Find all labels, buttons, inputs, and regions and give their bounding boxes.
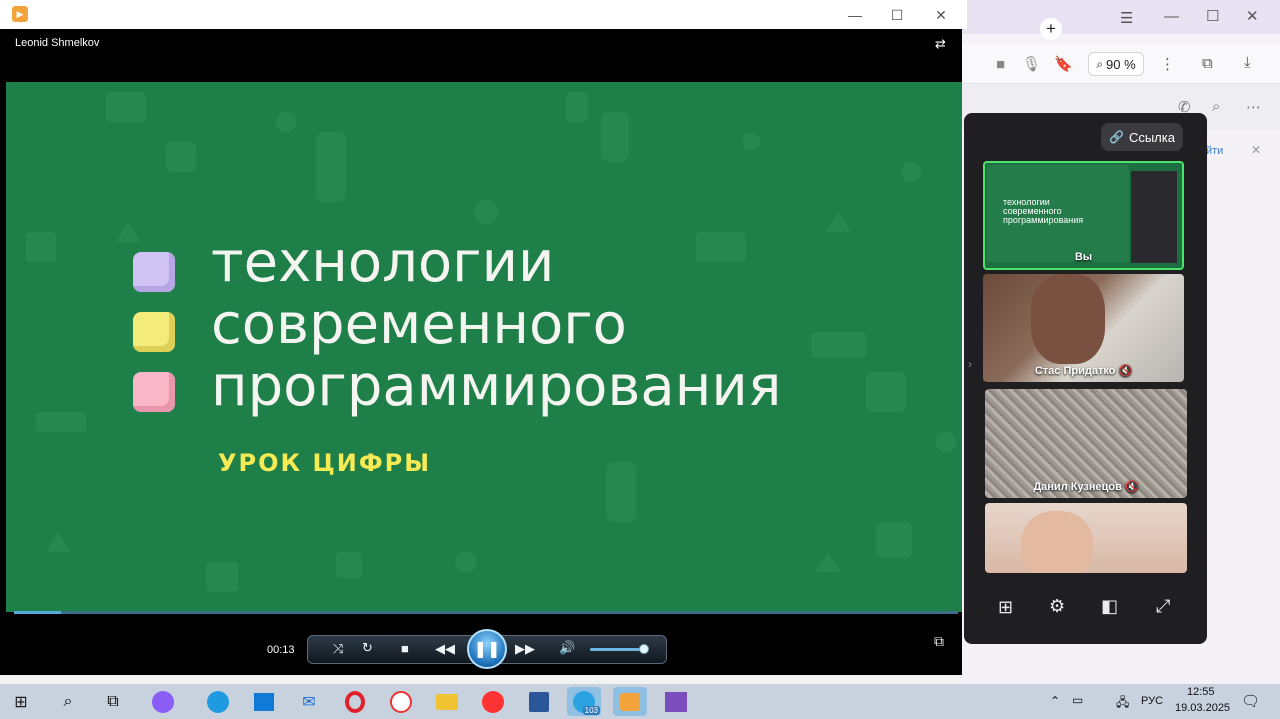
dismiss-icon[interactable]: ✕	[1251, 143, 1261, 157]
avatar	[1031, 274, 1105, 364]
clock-date[interactable]: 19.03.2025	[1175, 702, 1230, 714]
participant-name: Вы	[1074, 251, 1093, 263]
maximize-icon[interactable]: ☐	[1206, 7, 1219, 25]
close-icon[interactable]: ✕	[930, 6, 952, 24]
camera-icon[interactable]: ■	[996, 56, 1005, 73]
bullet-pink	[133, 372, 175, 412]
zoom-search-icon: ⌕	[1096, 56, 1104, 71]
participant-tile[interactable]	[985, 503, 1187, 573]
seek-progress	[14, 611, 62, 614]
participant-name-row: Стас Придатко 🔇	[983, 364, 1184, 377]
next-icon[interactable]: ▶▶	[515, 641, 535, 657]
fullscreen-icon[interactable]: ⤢	[1156, 596, 1170, 617]
start-windows-icon[interactable]: ⊞	[4, 687, 38, 716]
word-icon[interactable]	[522, 687, 556, 716]
partial-link-text[interactable]: йти	[1206, 145, 1223, 157]
presenter-name: Leonid Shmelkov	[15, 37, 100, 49]
volume-icon[interactable]: 🔊	[559, 640, 575, 656]
copy-link-label: Ссылка	[1128, 129, 1175, 145]
mini-slide-text: технологии современного программирования	[1003, 197, 1084, 225]
stop-icon[interactable]: ■	[401, 641, 409, 656]
mic-muted-icon: 🔇	[1118, 365, 1133, 377]
player-app-icon: ▶	[12, 6, 28, 22]
bookmark-icon[interactable]: 🔖	[1054, 55, 1073, 73]
visual-studio-icon[interactable]	[659, 687, 693, 716]
participant-name: Данил Кузнецов	[1033, 481, 1122, 493]
dots-icon[interactable]: ⋯	[1246, 98, 1261, 116]
opera-icon[interactable]	[338, 687, 372, 716]
menu-icon[interactable]: ☰	[1120, 9, 1133, 27]
telegram-icon[interactable]: 103	[567, 687, 601, 716]
alice-assistant-icon[interactable]	[146, 687, 180, 716]
pause-icon: ❚❚	[473, 641, 501, 658]
collections-icon[interactable]: ⧉	[1202, 55, 1213, 72]
network-icon[interactable]: 🖧	[1116, 693, 1129, 714]
microphone-icon[interactable]: 🎙	[1022, 55, 1041, 73]
shuffle-icon[interactable]: ⤨	[333, 641, 343, 657]
slide-title-line-3: программирования	[211, 354, 782, 419]
zoom-label: 90 %	[1106, 56, 1136, 72]
video-frame[interactable]: технологии современного программирования…	[6, 82, 962, 612]
pause-button[interactable]: ❚❚	[467, 629, 507, 669]
media-player-taskbar-icon[interactable]	[613, 687, 647, 716]
show-hidden-icons-icon[interactable]: ⌃	[1050, 694, 1060, 708]
switch-layout-icon[interactable]: ⇄	[935, 36, 946, 52]
participant-tile[interactable]: Данил Кузнецов 🔇	[985, 389, 1187, 498]
previous-icon[interactable]: ◀◀	[435, 641, 455, 657]
player-titlebar: ▶ — ☐ ✕	[0, 0, 967, 29]
repeat-icon[interactable]: ↻	[362, 640, 373, 656]
participant-name-row: Данил Кузнецов 🔇	[985, 480, 1187, 493]
notifications-icon[interactable]: 🗨	[1241, 692, 1260, 710]
participant-name: Стас Придатко	[1034, 365, 1116, 377]
yandex-browser-icon[interactable]	[384, 687, 418, 716]
mini-call-preview	[1131, 171, 1177, 263]
battery-icon[interactable]: ▭	[1072, 693, 1083, 707]
slide-subtitle: урок цифры	[218, 449, 432, 477]
minimize-icon[interactable]: —	[844, 6, 866, 24]
new-tab-icon[interactable]: +	[1040, 18, 1062, 40]
copy-link-button[interactable]: 🔗 Ссылка	[1101, 123, 1183, 151]
video-call-panel: 🔗 Ссылка технологии современного программи…	[964, 113, 1207, 644]
download-icon[interactable]: ⤓	[1244, 54, 1251, 71]
expand-arrow-icon[interactable]: ›	[968, 357, 972, 371]
settings-gear-icon[interactable]: ⚙	[1049, 596, 1065, 617]
yandex-icon[interactable]	[476, 687, 510, 716]
link-icon: 🔗	[1109, 130, 1124, 144]
file-explorer-icon[interactable]	[430, 687, 464, 716]
seek-bar[interactable]	[14, 611, 958, 614]
mail-icon[interactable]: ✉	[292, 687, 326, 716]
mini-slide: технологии современного программирования	[987, 165, 1129, 262]
media-player-window: ▶ — ☐ ✕ Leonid Shmelkov ⇄ технологии сов…	[0, 0, 967, 675]
close-icon[interactable]: ✕	[1246, 7, 1259, 25]
task-view-icon[interactable]: ⧉	[96, 687, 130, 716]
avatar	[1021, 511, 1093, 573]
slide-title-line-2: современного	[211, 292, 627, 357]
maximize-icon[interactable]: ☐	[886, 6, 908, 24]
edge-browser-icon[interactable]	[201, 687, 235, 716]
taskbar: ⊞ ⌕ ⧉ ✉ 103 ⌃ ▭ 🖧 РУС 12:55 19.03.2025 🗨	[0, 684, 1280, 719]
search-icon[interactable]: ⌕	[51, 687, 85, 716]
minimize-icon[interactable]: —	[1164, 8, 1179, 25]
search-icon[interactable]: ⌕	[1212, 98, 1220, 115]
layout-toggle-icon[interactable]: ◧	[1101, 596, 1118, 617]
mic-muted-icon: 🔇	[1124, 481, 1139, 493]
bullet-purple	[133, 252, 175, 292]
more-menu-icon[interactable]: ⋮	[1160, 55, 1175, 73]
participant-tile-self[interactable]: технологии современного программирования В…	[983, 161, 1184, 270]
zoom-button[interactable]: ⌕ 90 %	[1088, 52, 1144, 76]
switch-to-library-icon[interactable]: ⧉	[934, 633, 944, 650]
elapsed-time: 00:13	[267, 644, 295, 656]
microsoft-store-icon[interactable]	[247, 687, 281, 716]
slide-title-line-1: технологии	[211, 230, 555, 295]
bullet-yellow	[133, 312, 175, 352]
language-indicator[interactable]: РУС	[1141, 695, 1163, 707]
grid-view-icon[interactable]: ⊞	[998, 597, 1013, 618]
telegram-unread-badge: 103	[582, 706, 600, 715]
participant-tile[interactable]: Стас Придатко 🔇	[983, 274, 1184, 382]
clock-time[interactable]: 12:55	[1187, 686, 1215, 698]
